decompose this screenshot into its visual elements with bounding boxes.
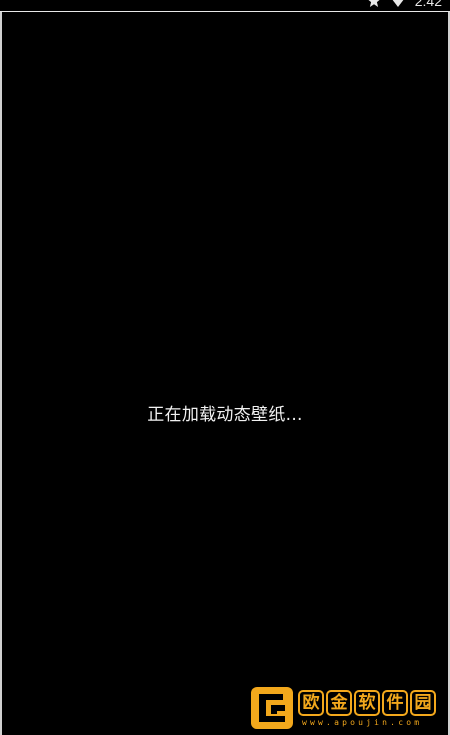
watermark-brand-char: 软 — [354, 690, 380, 716]
site-watermark: 欧 金 软 件 园 www.apoujin.com — [250, 686, 445, 730]
watermark-brand-char: 金 — [326, 690, 352, 716]
watermark-brand-char: 件 — [382, 690, 408, 716]
watermark-brand-char: 园 — [410, 690, 436, 716]
watermark-url: www.apoujin.com — [302, 718, 423, 727]
watermark-brand: 欧 金 软 件 园 — [298, 690, 436, 716]
wifi-icon — [391, 0, 405, 8]
wallpaper-preview-screen: 正在加载动态壁纸... — [2, 12, 448, 735]
star-icon — [367, 0, 381, 8]
status-bar: 2:42 — [0, 0, 450, 12]
loading-message: 正在加载动态壁纸... — [147, 405, 303, 425]
watermark-logo-icon — [250, 686, 294, 730]
status-time: 2:42 — [414, 0, 442, 9]
watermark-brand-char: 欧 — [298, 690, 324, 716]
status-icons: 2:42 — [367, 0, 442, 9]
